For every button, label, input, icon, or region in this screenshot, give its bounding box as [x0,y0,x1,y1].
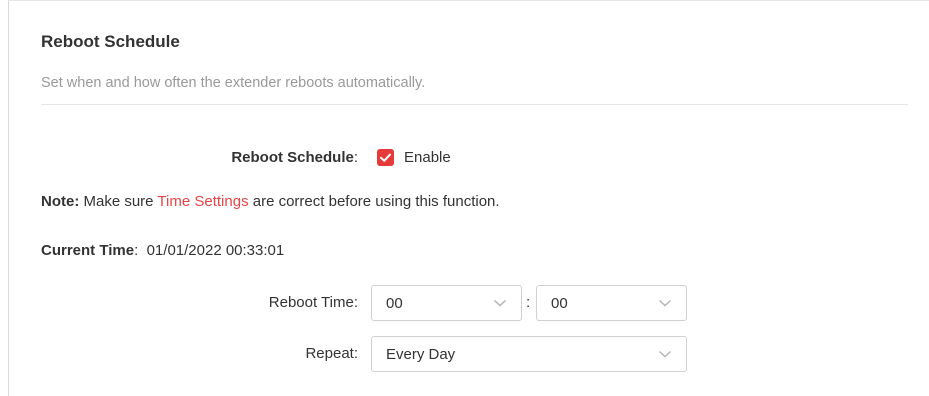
checkmark-icon [380,153,391,162]
reboot-hour-value: 00 [386,295,403,312]
chevron-down-icon [659,350,671,358]
note-prefix: Note: [41,193,80,210]
repeat-value: Every Day [386,346,456,363]
section-title: Reboot Schedule [41,32,180,51]
note-text-before: Make sure [79,193,158,210]
chevron-down-icon [494,299,506,307]
current-time-row: Current Time: 01/01/2022 00:33:01 [41,242,285,259]
reboot-schedule-label: Reboot Schedule: [231,149,358,166]
time-separator: : [526,294,531,311]
reboot-minute-value: 00 [551,295,568,312]
chevron-down-icon [659,299,671,307]
enable-label[interactable]: Enable [404,149,451,166]
note-text-after: are correct before using this function. [248,193,500,210]
reboot-time-label: Reboot Time: [268,294,358,311]
reboot-minute-select[interactable]: 00 [536,285,687,321]
current-time-label: Current Time [41,242,135,259]
section-description: Set when and how often the extender rebo… [41,75,426,91]
time-settings-link[interactable]: Time Settings [157,193,248,210]
repeat-label: Repeat: [305,345,358,362]
reboot-hour-select[interactable]: 00 [371,285,522,321]
repeat-select[interactable]: Every Day [371,336,687,372]
current-time-value: 01/01/2022 00:33:01 [146,242,285,259]
enable-checkbox[interactable] [377,149,394,166]
note-text: Note: Make sure Time Settings are correc… [41,193,500,210]
divider [41,104,908,105]
